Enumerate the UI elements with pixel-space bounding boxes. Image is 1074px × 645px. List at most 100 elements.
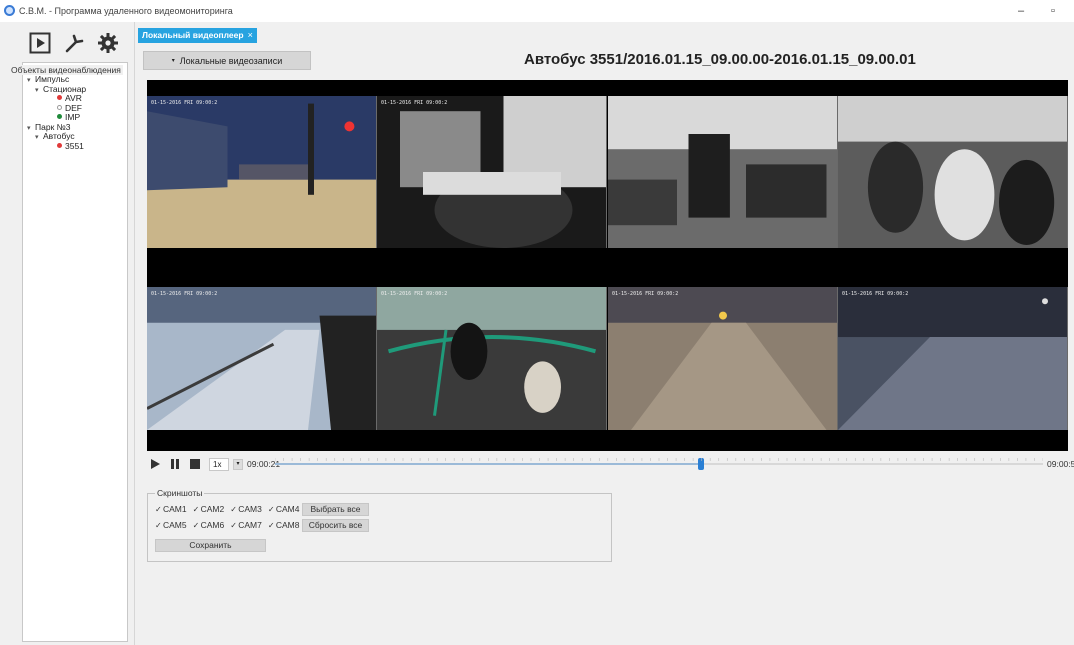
camera-osd-timestamp: 01-15-2016 FRI 09:00:2 — [381, 291, 448, 297]
speed-select[interactable]: 1x — [209, 458, 229, 471]
camera-checkbox[interactable]: ✓CAM4 — [268, 504, 300, 514]
camera-frame-image — [608, 96, 837, 248]
camera-checkbox-label: CAM7 — [238, 520, 262, 530]
pause-button[interactable] — [169, 458, 181, 470]
camera-frame-image — [838, 287, 1067, 430]
camera-checkbox-label: CAM4 — [275, 504, 300, 514]
camera-checkbox-row: ✓CAM5 ✓CAM6 ✓CAM7 ✓CAM8 — [155, 520, 306, 530]
save-button[interactable]: Сохранить — [155, 539, 266, 552]
tree-item-label: IMP — [65, 112, 81, 122]
local-records-label: Локальные видеозаписи — [179, 55, 283, 66]
gear-icon — [98, 33, 118, 53]
camera-view-cam5[interactable]: 01-15-2016 FRI 09:00:2 — [147, 287, 377, 430]
camera-view-cam7[interactable]: 01-15-2016 FRI 09:00:2 — [608, 287, 838, 430]
window-title: С.В.М. - Программа удаленного видеомонит… — [19, 6, 233, 16]
chevron-down-icon: ▾ — [171, 58, 175, 64]
timeline-slider[interactable] — [275, 458, 1043, 470]
camera-checkbox[interactable]: ✓CAM5 — [155, 520, 187, 530]
close-icon[interactable]: × — [248, 28, 253, 43]
objects-tree: ▾ Импульс ▾ Стационар AVR DEF IMP ▾ Парк №3 ▾ Авто… — [27, 74, 87, 152]
end-time: 09:00:5 — [1047, 459, 1074, 469]
tree-item-label: Автобус — [43, 131, 75, 141]
camera-checkbox-label: CAM2 — [200, 504, 225, 514]
window-titlebar: С.В.М. - Программа удаленного видеомонит… — [0, 0, 1074, 22]
camera-osd-timestamp: 01-15-2016 FRI 09:00:2 — [151, 291, 218, 297]
pause-icon — [171, 459, 179, 469]
checkmark-icon: ✓ — [267, 505, 275, 514]
tab-label: Локальный видеоплеер — [142, 30, 244, 40]
tree-item-label: 3551 — [65, 140, 84, 151]
camera-view-cam1[interactable]: 01-15-2016 FRI 09:00:2 — [147, 96, 377, 248]
tab-local-player[interactable]: Локальный видеоплеер × — [138, 28, 257, 43]
chevron-down-icon: ▾ — [236, 461, 240, 467]
status-dot-icon — [57, 114, 62, 119]
camera-view-cam2[interactable]: 01-15-2016 FRI 09:00:2 — [377, 96, 607, 248]
camera-checkbox-label: CAM1 — [163, 504, 187, 514]
tree-item-label: Импульс — [35, 74, 70, 84]
status-dot-icon — [57, 95, 62, 100]
camera-checkbox-label: CAM5 — [163, 520, 187, 530]
camera-checkbox[interactable]: ✓CAM6 — [193, 520, 225, 530]
reset-all-button[interactable]: Сбросить все — [302, 519, 369, 532]
camera-frame-image — [147, 96, 376, 248]
camera-osd-timestamp: 01-15-2016 FRI 09:00:2 — [381, 100, 448, 106]
camera-checkbox[interactable]: ✓CAM3 — [230, 504, 262, 514]
status-dot-icon — [57, 142, 62, 148]
tree-item-label: Парк №3 — [35, 121, 71, 132]
camera-checkbox-label: CAM6 — [200, 520, 225, 530]
timeline-progress — [275, 463, 702, 465]
tree-item[interactable]: 3551 — [27, 140, 86, 152]
camera-checkbox[interactable]: ✓CAM7 — [230, 520, 262, 530]
camera-checkbox[interactable]: ✓CAM8 — [268, 520, 300, 530]
panel-splitter[interactable] — [134, 22, 135, 645]
camera-checkbox-label: CAM3 — [238, 504, 262, 514]
camera-checkbox-label: CAM8 — [275, 520, 300, 530]
camera-checkbox[interactable]: ✓CAM1 — [155, 504, 187, 514]
player-controls: 1x ▾ 09:00:21 09:00:5 — [147, 456, 1074, 474]
tree-item-label: AVR — [65, 93, 82, 103]
play-button[interactable] — [149, 458, 161, 470]
play-icon — [29, 32, 51, 54]
restore-button[interactable]: ▫ — [1042, 3, 1064, 19]
camera-view-cam3[interactable] — [608, 96, 838, 248]
video-title: Автобус 3551/2016.01.15_09.00.00-2016.01… — [524, 51, 916, 68]
camera-view-cam6[interactable]: 01-15-2016 FRI 09:00:2 — [377, 287, 607, 430]
select-all-button[interactable]: Выбрать все — [302, 503, 369, 516]
stop-icon — [190, 459, 200, 469]
tools-button[interactable] — [60, 29, 88, 57]
settings-button[interactable] — [94, 29, 122, 57]
video-grid: 01-15-2016 FRI 09:00:2 01-15-2016 FRI 09… — [147, 80, 1068, 451]
camera-frame-image — [838, 96, 1067, 248]
camera-frame-image — [377, 96, 606, 248]
objects-panel: Объекты видеонаблюдения ▾ Импульс ▾ Стацион… — [9, 62, 128, 642]
play-icon — [151, 459, 160, 469]
stop-button[interactable] — [189, 458, 201, 470]
camera-frame-image — [147, 287, 376, 430]
camera-checkbox[interactable]: ✓CAM2 — [193, 504, 225, 514]
player-mode-button[interactable] — [26, 29, 54, 57]
checkmark-icon: ✓ — [192, 521, 200, 530]
minimize-button[interactable]: – — [1010, 3, 1032, 19]
checkmark-icon: ✓ — [155, 505, 162, 514]
screenshots-group: Скриншоты ✓CAM1 ✓CAM2 ✓CAM3 ✓CAM4 ✓CAM5 ✓CAM… — [147, 488, 612, 562]
local-records-dropdown[interactable]: ▾ Локальные видеозаписи — [143, 51, 311, 70]
tree-item-label: DEF — [65, 102, 82, 113]
camera-frame-image — [377, 287, 606, 430]
camera-view-cam8[interactable]: 01-15-2016 FRI 09:00:2 — [838, 287, 1068, 430]
camera-frame-image — [608, 287, 837, 430]
app-logo-icon — [4, 5, 15, 16]
speed-dropdown-button[interactable]: ▾ — [233, 459, 243, 470]
camera-view-cam4[interactable] — [838, 96, 1068, 248]
timeline-ticks — [275, 458, 1043, 461]
status-dot-icon — [57, 104, 62, 110]
wrench-icon — [65, 34, 84, 53]
checkmark-icon: ✓ — [155, 521, 162, 530]
checkmark-icon: ✓ — [192, 505, 200, 514]
tree-item-label: Стационар — [43, 83, 87, 94]
camera-osd-timestamp: 01-15-2016 FRI 09:00:2 — [612, 291, 679, 297]
camera-osd-timestamp: 01-15-2016 FRI 09:00:2 — [842, 291, 909, 297]
camera-checkbox-row: ✓CAM1 ✓CAM2 ✓CAM3 ✓CAM4 — [155, 504, 306, 514]
checkmark-icon: ✓ — [267, 521, 275, 530]
screenshots-legend: Скриншоты — [155, 488, 205, 498]
camera-osd-timestamp: 01-15-2016 FRI 09:00:2 — [151, 100, 218, 106]
